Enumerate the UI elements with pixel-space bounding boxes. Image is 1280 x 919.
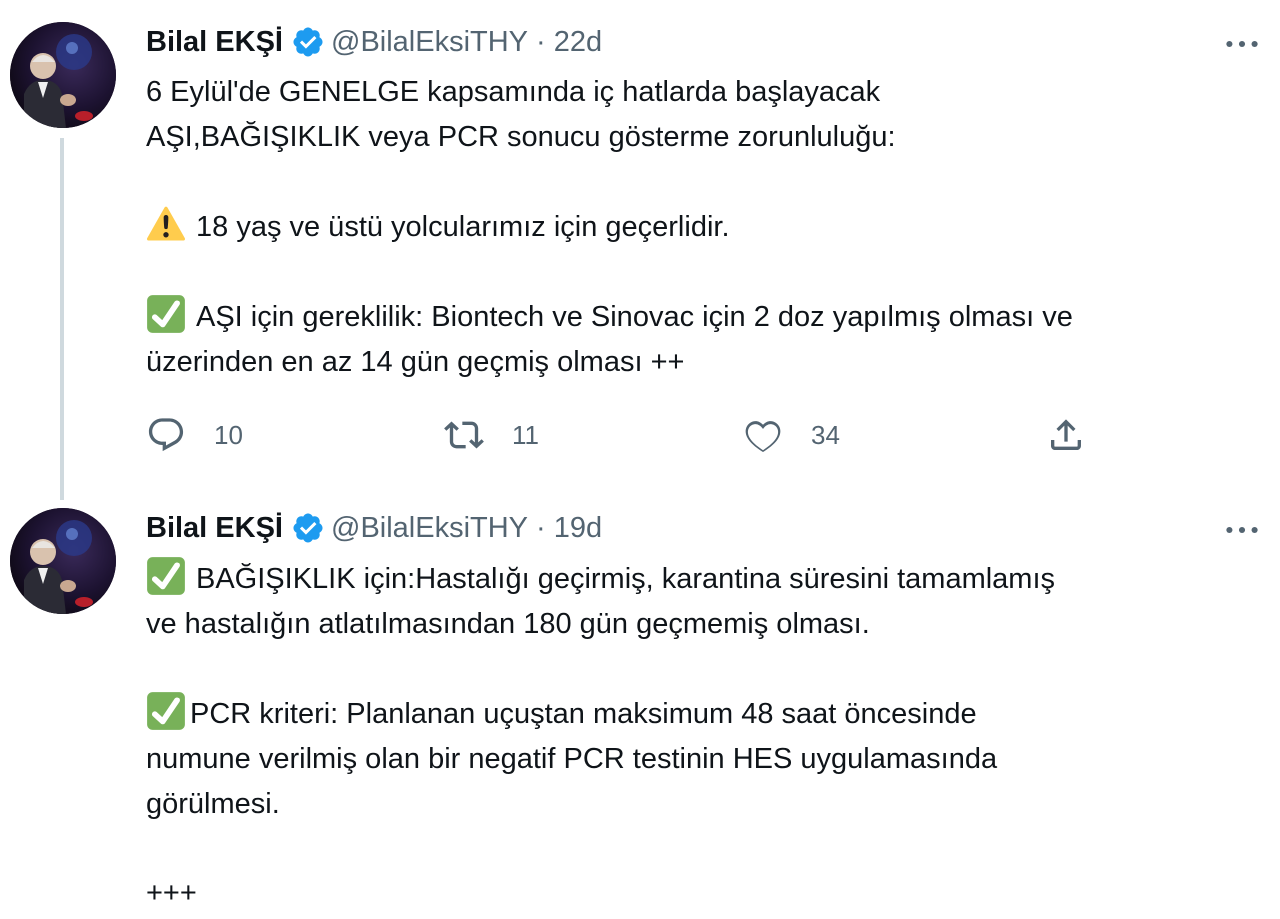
text-line: ve hastalığın atlatılmasından 180 gün ge…	[146, 608, 870, 640]
separator-dot: ·	[536, 511, 546, 544]
reply-button[interactable]: 10	[146, 410, 243, 460]
text-line-with-emoji: PCR kriteri: Planlanan uçuştan maksimum …	[146, 691, 1271, 737]
author-handle[interactable]: @BilalEksiTHY	[331, 512, 528, 545]
text-line: numune verilmiş olan bir negatif PCR tes…	[146, 743, 998, 775]
text-line: üzerinden en az 14 gün geçmiş olması ++	[146, 346, 685, 378]
like-button[interactable]: 34	[743, 410, 840, 460]
heart-icon	[745, 421, 781, 453]
tweet[interactable]: Bilal EKŞİ @BilalEksiTHY · 22d 6 Eylül'd…	[0, 0, 1280, 500]
text-line: 18 yaş ve üstü yolcularımız için geçerli…	[196, 211, 730, 243]
text-line: 6 Eylül'de GENELGE kapsamında iç hatlard…	[146, 76, 881, 108]
separator-dot: ·	[536, 25, 546, 58]
share-icon	[1051, 419, 1081, 450]
author-name[interactable]: Bilal EKŞİ	[146, 26, 283, 59]
like-count: 34	[811, 419, 840, 450]
avatar[interactable]	[10, 22, 116, 128]
thread-line	[60, 138, 64, 500]
text-line: AŞI,BAĞIŞIKLIK veya PCR sonucu gösterme …	[146, 121, 896, 153]
text-line-with-emoji: AŞI için gereklilik: Biontech ve Sinovac…	[146, 294, 1271, 340]
more-dots-icon[interactable]	[1222, 510, 1262, 550]
tweet-actions: 10 11 34	[146, 410, 1146, 460]
retweet-button[interactable]: 11	[444, 410, 539, 460]
tweet-header: Bilal EKŞİ @BilalEksiTHY · 22d	[146, 20, 602, 64]
warning-icon	[146, 204, 186, 244]
avatar-photo	[10, 22, 116, 128]
verified-badge-icon	[291, 511, 325, 545]
text-line: PCR kriteri: Planlanan uçuştan maksimum …	[190, 698, 977, 730]
timestamp[interactable]: 19d	[554, 512, 602, 545]
author-handle[interactable]: @BilalEksiTHY	[331, 26, 528, 59]
author-name[interactable]: Bilal EKŞİ	[146, 512, 283, 545]
text-line: görülmesi.	[146, 788, 280, 820]
share-button[interactable]	[1046, 410, 1086, 460]
verified-badge-icon	[291, 25, 325, 59]
tweet-text: 6 Eylül'de GENELGE kapsamında iç hatlard…	[146, 70, 1271, 385]
text-line-with-emoji: 18 yaş ve üstü yolcularımız için geçerli…	[146, 204, 1271, 250]
text-line: AŞI için gereklilik: Biontech ve Sinovac…	[196, 301, 1073, 333]
more-dots-icon[interactable]	[1222, 24, 1262, 64]
avatar-photo	[10, 508, 116, 614]
tweet-header: Bilal EKŞİ @BilalEksiTHY · 19d	[146, 506, 602, 550]
timestamp[interactable]: 22d	[554, 26, 602, 59]
tweet-text: BAĞIŞIKLIK için:Hastalığı geçirmiş, kara…	[146, 556, 1271, 916]
check-mark-icon	[146, 691, 186, 731]
check-mark-icon	[146, 556, 186, 596]
retweet-icon	[444, 421, 484, 449]
reply-count: 10	[214, 419, 243, 450]
avatar[interactable]	[10, 508, 116, 614]
tweet[interactable]: Bilal EKŞİ @BilalEksiTHY · 19d BAĞIŞIKLI…	[0, 500, 1280, 919]
text-line: BAĞIŞIKLIK için:Hastalığı geçirmiş, kara…	[196, 563, 1056, 595]
retweet-count: 11	[512, 419, 539, 450]
check-mark-icon	[146, 294, 186, 334]
reply-icon	[148, 418, 184, 452]
text-line: +++	[146, 877, 197, 909]
text-line-with-emoji: BAĞIŞIKLIK için:Hastalığı geçirmiş, kara…	[146, 556, 1271, 602]
